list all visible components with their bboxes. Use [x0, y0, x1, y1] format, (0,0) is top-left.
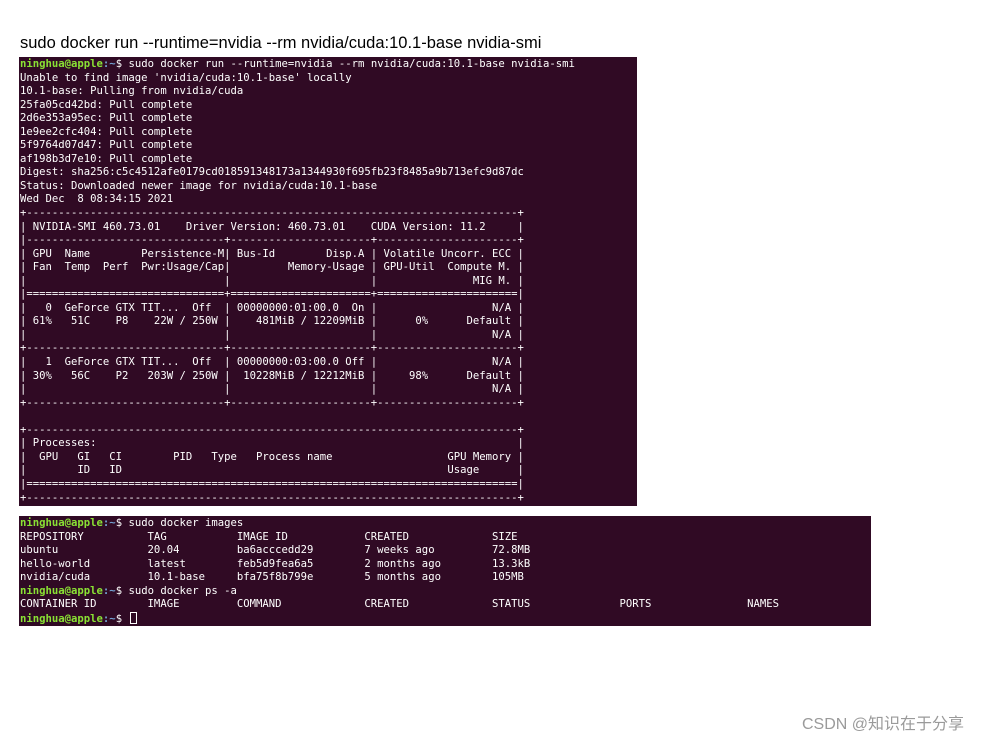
prompt-symbol: $	[115, 584, 129, 597]
output-line: 2d6e353a95ec: Pull complete	[20, 112, 193, 125]
prompt-symbol: $	[115, 517, 129, 529]
terminal-window-nvidia-smi[interactable]: ninghua@apple:~$ sudo docker run --runti…	[19, 57, 637, 506]
prompt-user-host: ninghua@apple	[20, 612, 103, 625]
table-row: ubuntu 20.04 ba6acccedd29 7 weeks ago 72…	[20, 544, 531, 557]
output-line: +---------------------------------------…	[20, 207, 524, 220]
output-line: 10.1-base: Pulling from nvidia/cuda	[20, 85, 244, 98]
output-line: | 0 GeForce GTX TIT... Off | 00000000:01…	[20, 301, 524, 314]
docker-images-table: REPOSITORY TAG IMAGE ID CREATED SIZE ubun…	[20, 531, 871, 585]
output-line: |===============================+=======…	[20, 288, 524, 301]
prompt-line: ninghua@apple:~$ sudo docker ps -a	[20, 585, 871, 599]
output-line: | NVIDIA-SMI 460.73.01 Driver Version: 4…	[20, 220, 524, 233]
output-line: | | | MIG M. |	[20, 274, 524, 287]
output-line: | GPU GI CI PID Type Process name GPU Me…	[20, 450, 524, 463]
command-text: sudo docker run --runtime=nvidia --rm nv…	[128, 58, 575, 70]
output-line: +---------------------------------------…	[20, 423, 524, 436]
output-line: 5f9764d07d47: Pull complete	[20, 139, 193, 152]
prompt-user-host: ninghua@apple	[20, 517, 103, 529]
output-line: | GPU Name Persistence-M| Bus-Id Disp.A …	[20, 247, 524, 260]
output-line: +---------------------------------------…	[20, 491, 524, 504]
output-line: Digest: sha256:c5c4512afe0179cd018591348…	[20, 166, 524, 179]
caption-text: sudo docker run --runtime=nvidia --rm nv…	[20, 34, 542, 52]
table-row: nvidia/cuda 10.1-base bfa75f8b799e 5 mon…	[20, 571, 524, 584]
output-line: Wed Dec 8 08:34:15 2021	[20, 193, 174, 206]
output-line: | Fan Temp Perf Pwr:Usage/Cap| Memory-Us…	[20, 261, 524, 274]
output-line: |=======================================…	[20, 477, 524, 490]
output-line: | ID ID Usage |	[20, 464, 524, 477]
prompt-symbol: $	[115, 612, 129, 625]
output-line: 25fa05cd42bd: Pull complete	[20, 98, 193, 111]
prompt-user-host: ninghua@apple	[20, 584, 103, 597]
prompt-path: :~	[102, 58, 116, 70]
prompt-path: :~	[102, 584, 116, 597]
output-line: | Processes: |	[20, 437, 524, 450]
output-line: | | | N/A |	[20, 328, 524, 341]
output-line: | 1 GeForce GTX TIT... Off | 00000000:03…	[20, 356, 524, 369]
output-line: | 30% 56C P2 203W / 250W | 10228MiB / 12…	[20, 369, 524, 382]
output-line: af198b3d7e10: Pull complete	[20, 152, 193, 165]
output-line: Unable to find image 'nvidia/cuda:10.1-b…	[20, 71, 352, 84]
output-line: +-------------------------------+-------…	[20, 396, 524, 409]
command-text: sudo docker images	[128, 517, 244, 529]
output-line: |-------------------------------+-------…	[20, 234, 524, 247]
prompt-line: ninghua@apple:~$ sudo docker images	[20, 517, 871, 531]
prompt-path: :~	[102, 612, 116, 625]
terminal-cursor[interactable]	[130, 611, 138, 624]
prompt-line: ninghua@apple:~$	[20, 611, 871, 626]
command-text: sudo docker ps -a	[128, 584, 237, 597]
output-line: | | | N/A |	[20, 383, 524, 396]
table-row: REPOSITORY TAG IMAGE ID CREATED SIZE	[20, 530, 518, 543]
output-line: | 61% 51C P8 22W / 250W | 481MiB / 12209…	[20, 315, 524, 328]
docker-ps-header: CONTAINER ID IMAGE COMMAND CREATED STATU…	[20, 598, 779, 611]
table-row: hello-world latest feb5d9fea6a5 2 months…	[20, 557, 531, 570]
output-line: 1e9ee2cfc404: Pull complete	[20, 125, 193, 138]
prompt-path: :~	[102, 517, 116, 529]
prompt-user-host: ninghua@apple	[20, 58, 103, 70]
output-line: Status: Downloaded newer image for nvidi…	[20, 179, 378, 192]
prompt-line: ninghua@apple:~$ sudo docker run --runti…	[20, 58, 637, 72]
output-line: +-------------------------------+-------…	[20, 342, 524, 355]
watermark-text: CSDN @知识在于分享	[801, 716, 964, 733]
terminal-output: Unable to find image 'nvidia/cuda:10.1-b…	[20, 72, 637, 506]
terminal-window-docker[interactable]: ninghua@apple:~$ sudo docker images REPO…	[19, 516, 871, 626]
prompt-symbol: $	[115, 58, 129, 70]
